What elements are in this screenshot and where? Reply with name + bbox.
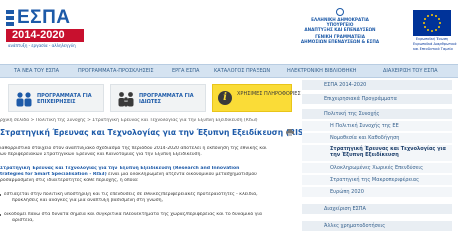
nav-item-projects[interactable]: ΕΡΓΑ ΕΣΠΑ [172, 65, 199, 78]
text-line: προκλήσεις και ανάγκες για μια ανάπτυξη … [12, 198, 163, 204]
sidebar-item-espa[interactable]: ΕΣΠΑ 2014-2020 [302, 80, 452, 91]
tile-individuals-label: ΠΡΟΓΡΑΜΜΑΤΑ ΓΙΑ ΙΔΙΩΤΕΣ [139, 93, 194, 105]
sidebar-item-europe-2020[interactable]: Ευρώπη 2020 [302, 187, 452, 198]
logo-tagline: ανάπτυξη - εργασία - αλληλεγγύη [8, 43, 76, 48]
breadcrumb[interactable]: ρχική σελίδα > Πολιτική της Συνοχής > Στ… [0, 118, 290, 123]
tile-useful-info-label: ΧΡΗΣΙΜΕΣ ΠΛΗΡΟΦΟΡΙΕΣ [237, 91, 301, 97]
ministry-line-3: ΑΝΑΠΤΥΞΗΣ ΚΑΙ ΕΠΕΝΔΥΣΕΩΝ [304, 27, 376, 32]
greek-emblem-icon [336, 8, 344, 16]
logo-years: 2014-2020 [6, 29, 84, 42]
sidebar-item-espa-management[interactable]: Διαχείριση ΕΣΠΑ [302, 204, 452, 215]
tile-business-label: ΠΡΟΓΡΑΜΜΑΤΑ ΓΙΑ ΕΠΙΧΕΙΡΗΣΕΙΣ [37, 93, 92, 105]
ris3-term: trategies for Smart Specialisation - RIS… [0, 172, 107, 178]
nav-item-news[interactable]: ΤΑ ΝΕΑ ΤΟΥ ΕΣΠΑ [14, 65, 59, 78]
main-nav: ΤΑ ΝΕΑ ΤΟΥ ΕΣΠΑ ΠΡΟΓΡΑΜΜΑΤΑ-ΠΡΟΣΚΛΗΣΕΙΣ … [0, 64, 458, 78]
greek-flag-icon [6, 10, 14, 26]
paragraph-intro: ιαθορριστικό στοιχείο στον αναπτυξιακό σ… [0, 146, 290, 158]
nav-item-programmes[interactable]: ΠΡΟΓΡΑΜΜΑΤΑ-ΠΡΟΣΚΛΗΣΕΙΣ [78, 65, 154, 78]
tile-business-programmes[interactable]: ΠΡΟΓΡΑΜΜΑΤΑ ΓΙΑ ΕΠΙΧΕΙΡΗΣΕΙΣ [8, 84, 104, 112]
ministry-line-5: ΔΗΜΟΣΙΩΝ ΕΠΕΝΔΥΣΕΩΝ & ΕΣΠΑ [300, 39, 380, 44]
sidebar-item-macroregion[interactable]: Στρατηγική της Μακροπεριφέρειας [302, 175, 452, 186]
logo-top: ΕΣΠΑ [6, 7, 84, 30]
page-title: Στρατηγική Έρευνας και Τεχνολογίας για τ… [0, 128, 313, 137]
sidebar-item-legislation[interactable]: Νομοθεσία και Καθοδήγηση [302, 133, 452, 144]
paragraph-ris3: Στρατηγική Έρευνας και Τεχνολογίας για τ… [0, 166, 290, 185]
eu-flag-icon [413, 10, 451, 36]
sidebar-item-eu-cohesion[interactable]: Η Πολιτική Συνοχής της ΕΕ [302, 121, 452, 132]
text-line: ων περιφερειακών Στρατηγικών Έρευνας και… [0, 152, 202, 158]
sidebar-item-iti[interactable]: Ολοκληρωμένες Χωρικές Επενδύσεις [302, 163, 452, 174]
nav-item-management[interactable]: ΔΙΑΧΕΙΡΙΣΗ ΤΟΥ ΕΣΠΑ [383, 65, 438, 78]
logo-brand: ΕΣΠΑ [17, 7, 71, 28]
sidebar-item-operational-programmes[interactable]: Επιχειρησιακά Προγράμματα [302, 94, 452, 105]
sidebar-item-ris3[interactable]: Στρατηγική Έρευνας και Τεχνολογίας για τ… [302, 145, 452, 162]
page: ΕΣΠΑ 2014-2020 ανάπτυξη - εργασία - αλλη… [0, 0, 458, 250]
nav-item-library[interactable]: ΗΛΕΚΤΡΟΝΙΚΗ ΒΙΒΛΙΟΘΗΚΗ [287, 65, 356, 78]
list-item: οικοδομεί πάνω στα δυνατά σημεία και συγ… [0, 212, 290, 224]
sidebar-item-other-funding[interactable]: Άλλες χρηματοδοτήσεις [302, 221, 452, 232]
eu-line-2: Ευρωπαϊκά Διαρθρωτικά [413, 42, 457, 46]
eu-line-1: Ευρωπαϊκή Ένωση [415, 37, 449, 41]
tile-useful-info[interactable]: i ΧΡΗΣΙΜΕΣ ΠΛΗΡΟΦΟΡΙΕΣ [212, 84, 301, 112]
print-icon[interactable] [286, 129, 294, 136]
family-icon [118, 92, 134, 107]
eu-logo: Ευρωπαϊκή Ένωση Ευρωπαϊκά Διαρθρωτικά κα… [413, 10, 457, 51]
sidebar-item-cohesion-policy[interactable]: Πολιτική της Συνοχής [302, 109, 452, 120]
tile-individuals-programmes[interactable]: ΠΡΟΓΡΑΜΜΑΤΑ ΓΙΑ ΙΔΙΩΤΕΣ [110, 84, 206, 112]
espa-logo[interactable]: ΕΣΠΑ 2014-2020 ανάπτυξη - εργασία - αλλη… [6, 7, 84, 50]
sidebar-item-ris3-line-2: την Έξυπνη Εξειδίκευση [330, 152, 399, 158]
info-icon: i [218, 91, 232, 105]
header: ΕΣΠΑ 2014-2020 ανάπτυξη - εργασία - αλλη… [0, 0, 458, 58]
nav-item-catalogue[interactable]: ΚΑΤΑΛΟΓΟΣ ΠΡΑΞΕΩΝ [214, 65, 270, 78]
text-line: αριστεία, [12, 218, 34, 224]
text-fragment: είναι μια ολοκληρωμένη ατζέντα οικονομικ… [106, 172, 257, 178]
text-line: ροσαρμοσμένη στις ιδιαιτερότητες κάθε πε… [0, 178, 139, 184]
text-line: οικοδομεί πάνω στα δυνατά σημεία και συγ… [4, 212, 262, 217]
sidebar: ΕΣΠΑ 2014-2020 Επιχειρησιακά Προγράμματα… [302, 80, 452, 250]
list-item: εστιάζεται στην πολιτική υποστήριξη και … [0, 192, 290, 204]
ministry-block: ΕΛΛΗΝΙΚΗ ΔΗΜΟΚΡΑΤΙΑ ΥΠΟΥΡΓΕΙΟ ΑΝΑΠΤΥΞΗΣ … [286, 8, 394, 52]
business-people-icon [16, 92, 32, 107]
eu-line-3: και Επενδυτικά Ταμεία [413, 47, 453, 51]
